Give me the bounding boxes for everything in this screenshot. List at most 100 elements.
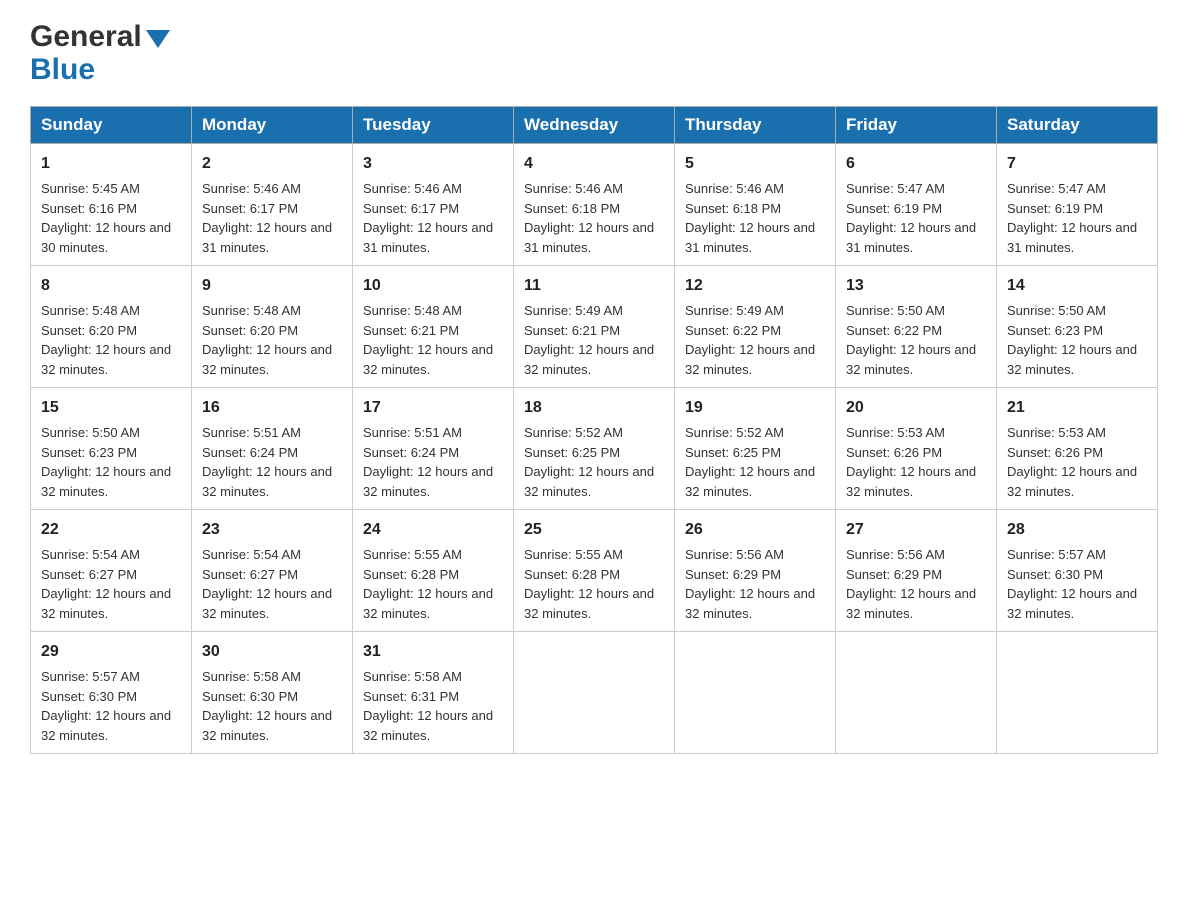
daylight-text: Daylight: 12 hours and 32 minutes.	[202, 464, 332, 499]
calendar-cell: 1 Sunrise: 5:45 AM Sunset: 6:16 PM Dayli…	[31, 144, 192, 266]
day-number: 24	[363, 518, 503, 542]
sunset-text: Sunset: 6:27 PM	[41, 567, 137, 582]
calendar-cell	[514, 632, 675, 754]
sunset-text: Sunset: 6:18 PM	[685, 201, 781, 216]
sunset-text: Sunset: 6:24 PM	[202, 445, 298, 460]
sunrise-text: Sunrise: 5:53 AM	[846, 425, 945, 440]
daylight-text: Daylight: 12 hours and 32 minutes.	[41, 708, 171, 743]
sunrise-text: Sunrise: 5:49 AM	[685, 303, 784, 318]
sunrise-text: Sunrise: 5:49 AM	[524, 303, 623, 318]
sunset-text: Sunset: 6:30 PM	[202, 689, 298, 704]
calendar-cell	[836, 632, 997, 754]
daylight-text: Daylight: 12 hours and 32 minutes.	[685, 342, 815, 377]
calendar-cell: 31 Sunrise: 5:58 AM Sunset: 6:31 PM Dayl…	[353, 632, 514, 754]
daylight-text: Daylight: 12 hours and 32 minutes.	[524, 586, 654, 621]
day-number: 29	[41, 640, 181, 664]
day-number: 11	[524, 274, 664, 298]
calendar-cell: 29 Sunrise: 5:57 AM Sunset: 6:30 PM Dayl…	[31, 632, 192, 754]
sunrise-text: Sunrise: 5:51 AM	[202, 425, 301, 440]
daylight-text: Daylight: 12 hours and 31 minutes.	[363, 220, 493, 255]
daylight-text: Daylight: 12 hours and 32 minutes.	[202, 586, 332, 621]
day-number: 15	[41, 396, 181, 420]
sunset-text: Sunset: 6:17 PM	[363, 201, 459, 216]
sunset-text: Sunset: 6:18 PM	[524, 201, 620, 216]
calendar-cell: 22 Sunrise: 5:54 AM Sunset: 6:27 PM Dayl…	[31, 510, 192, 632]
logo: General Blue	[30, 20, 170, 86]
sunset-text: Sunset: 6:17 PM	[202, 201, 298, 216]
sunrise-text: Sunrise: 5:54 AM	[202, 547, 301, 562]
sunset-text: Sunset: 6:20 PM	[41, 323, 137, 338]
sunrise-text: Sunrise: 5:57 AM	[41, 669, 140, 684]
day-number: 4	[524, 152, 664, 176]
calendar-cell: 18 Sunrise: 5:52 AM Sunset: 6:25 PM Dayl…	[514, 388, 675, 510]
day-number: 31	[363, 640, 503, 664]
sunset-text: Sunset: 6:26 PM	[1007, 445, 1103, 460]
calendar-cell: 12 Sunrise: 5:49 AM Sunset: 6:22 PM Dayl…	[675, 266, 836, 388]
calendar-cell: 10 Sunrise: 5:48 AM Sunset: 6:21 PM Dayl…	[353, 266, 514, 388]
calendar-cell: 17 Sunrise: 5:51 AM Sunset: 6:24 PM Dayl…	[353, 388, 514, 510]
sunrise-text: Sunrise: 5:46 AM	[202, 181, 301, 196]
day-number: 17	[363, 396, 503, 420]
calendar-table: SundayMondayTuesdayWednesdayThursdayFrid…	[30, 106, 1158, 754]
daylight-text: Daylight: 12 hours and 32 minutes.	[1007, 464, 1137, 499]
daylight-text: Daylight: 12 hours and 32 minutes.	[363, 586, 493, 621]
sunrise-text: Sunrise: 5:47 AM	[1007, 181, 1106, 196]
calendar-cell: 20 Sunrise: 5:53 AM Sunset: 6:26 PM Dayl…	[836, 388, 997, 510]
daylight-text: Daylight: 12 hours and 32 minutes.	[685, 586, 815, 621]
daylight-text: Daylight: 12 hours and 32 minutes.	[524, 464, 654, 499]
calendar-cell	[997, 632, 1158, 754]
calendar-cell: 30 Sunrise: 5:58 AM Sunset: 6:30 PM Dayl…	[192, 632, 353, 754]
calendar-cell: 16 Sunrise: 5:51 AM Sunset: 6:24 PM Dayl…	[192, 388, 353, 510]
day-number: 13	[846, 274, 986, 298]
day-number: 25	[524, 518, 664, 542]
daylight-text: Daylight: 12 hours and 31 minutes.	[524, 220, 654, 255]
calendar-cell: 19 Sunrise: 5:52 AM Sunset: 6:25 PM Dayl…	[675, 388, 836, 510]
sunset-text: Sunset: 6:23 PM	[41, 445, 137, 460]
sunset-text: Sunset: 6:29 PM	[685, 567, 781, 582]
sunrise-text: Sunrise: 5:54 AM	[41, 547, 140, 562]
daylight-text: Daylight: 12 hours and 32 minutes.	[846, 342, 976, 377]
day-number: 26	[685, 518, 825, 542]
calendar-week-row: 1 Sunrise: 5:45 AM Sunset: 6:16 PM Dayli…	[31, 144, 1158, 266]
daylight-text: Daylight: 12 hours and 32 minutes.	[846, 586, 976, 621]
calendar-cell: 5 Sunrise: 5:46 AM Sunset: 6:18 PM Dayli…	[675, 144, 836, 266]
daylight-text: Daylight: 12 hours and 32 minutes.	[1007, 586, 1137, 621]
day-number: 10	[363, 274, 503, 298]
sunset-text: Sunset: 6:30 PM	[41, 689, 137, 704]
daylight-text: Daylight: 12 hours and 32 minutes.	[41, 342, 171, 377]
sunset-text: Sunset: 6:30 PM	[1007, 567, 1103, 582]
calendar-cell: 27 Sunrise: 5:56 AM Sunset: 6:29 PM Dayl…	[836, 510, 997, 632]
daylight-text: Daylight: 12 hours and 32 minutes.	[685, 464, 815, 499]
sunrise-text: Sunrise: 5:50 AM	[846, 303, 945, 318]
sunset-text: Sunset: 6:22 PM	[846, 323, 942, 338]
sunset-text: Sunset: 6:21 PM	[363, 323, 459, 338]
calendar-cell: 7 Sunrise: 5:47 AM Sunset: 6:19 PM Dayli…	[997, 144, 1158, 266]
calendar-cell: 23 Sunrise: 5:54 AM Sunset: 6:27 PM Dayl…	[192, 510, 353, 632]
day-number: 23	[202, 518, 342, 542]
sunrise-text: Sunrise: 5:46 AM	[524, 181, 623, 196]
sunrise-text: Sunrise: 5:50 AM	[41, 425, 140, 440]
logo-general-text: General	[30, 20, 142, 53]
day-number: 6	[846, 152, 986, 176]
sunrise-text: Sunrise: 5:45 AM	[41, 181, 140, 196]
daylight-text: Daylight: 12 hours and 32 minutes.	[1007, 342, 1137, 377]
sunset-text: Sunset: 6:19 PM	[846, 201, 942, 216]
weekday-header-friday: Friday	[836, 107, 997, 144]
weekday-header-thursday: Thursday	[675, 107, 836, 144]
day-number: 21	[1007, 396, 1147, 420]
calendar-cell: 9 Sunrise: 5:48 AM Sunset: 6:20 PM Dayli…	[192, 266, 353, 388]
sunrise-text: Sunrise: 5:57 AM	[1007, 547, 1106, 562]
day-number: 9	[202, 274, 342, 298]
day-number: 1	[41, 152, 181, 176]
sunrise-text: Sunrise: 5:46 AM	[363, 181, 462, 196]
calendar-cell: 4 Sunrise: 5:46 AM Sunset: 6:18 PM Dayli…	[514, 144, 675, 266]
sunrise-text: Sunrise: 5:58 AM	[202, 669, 301, 684]
sunset-text: Sunset: 6:19 PM	[1007, 201, 1103, 216]
sunset-text: Sunset: 6:25 PM	[524, 445, 620, 460]
calendar-cell: 14 Sunrise: 5:50 AM Sunset: 6:23 PM Dayl…	[997, 266, 1158, 388]
sunset-text: Sunset: 6:27 PM	[202, 567, 298, 582]
day-number: 16	[202, 396, 342, 420]
sunset-text: Sunset: 6:29 PM	[846, 567, 942, 582]
sunset-text: Sunset: 6:25 PM	[685, 445, 781, 460]
sunset-text: Sunset: 6:24 PM	[363, 445, 459, 460]
